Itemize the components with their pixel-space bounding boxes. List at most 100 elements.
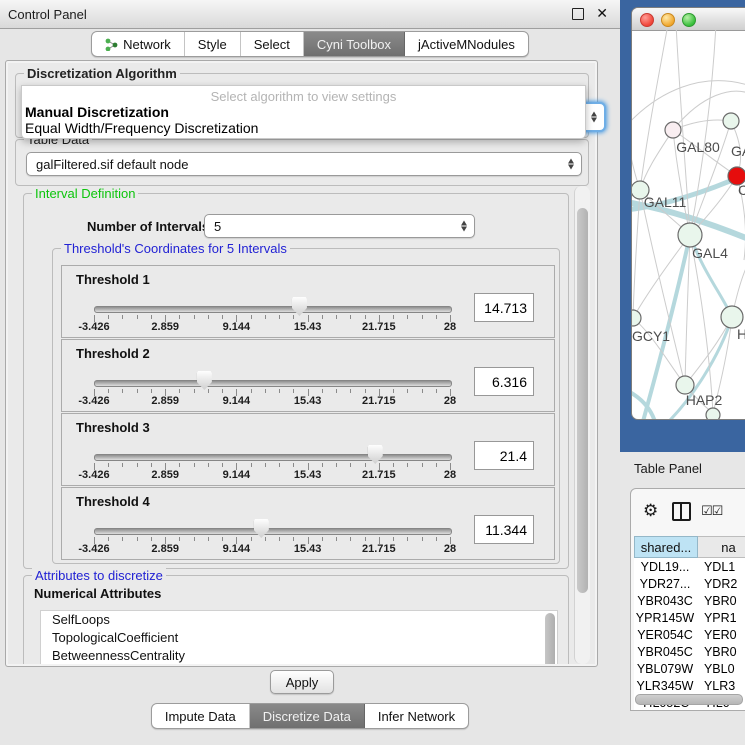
dropdown-option-manual[interactable]: Manual Discretization	[25, 104, 169, 120]
network-edge[interactable]	[632, 126, 640, 190]
scale-label: 21.715	[362, 395, 396, 407]
column-checkboxes-icon[interactable]: ☑☑	[701, 503, 722, 519]
table-row[interactable]: YDR27...YDR2	[634, 575, 745, 592]
close-traffic-light-icon[interactable]	[640, 13, 654, 27]
cyni-toolbox-panel: Discretization Algorithm Select algorith…	[5, 60, 598, 667]
tab-label: Infer Network	[378, 709, 455, 724]
table-row[interactable]: YDL19...YDL1	[634, 558, 745, 575]
network-node[interactable]	[678, 223, 702, 247]
gear-icon[interactable]: ⚙	[643, 501, 658, 521]
table-row[interactable]: YBL079WYBL0	[634, 660, 745, 677]
slider-thumb[interactable]	[368, 445, 383, 464]
node-label: GAL4	[692, 245, 728, 261]
slider-track[interactable]	[94, 454, 452, 461]
network-edge[interactable]	[690, 30, 716, 235]
numerical-attributes-list[interactable]: SelfLoopsTopologicalCoefficientBetweenne…	[40, 610, 558, 664]
table-row[interactable]: YBR045CYBR0	[634, 643, 745, 660]
group-title: Interval Definition	[32, 186, 138, 201]
network-node[interactable]	[723, 113, 739, 129]
tab-cyni-toolbox[interactable]: Cyni Toolbox	[304, 32, 405, 56]
scale-label: 9.144	[223, 543, 251, 555]
scale-label: 2.859	[151, 543, 179, 555]
tab-infer-network[interactable]: Infer Network	[365, 704, 468, 728]
minimize-traffic-light-icon[interactable]	[661, 13, 675, 27]
close-icon[interactable]: ✕	[596, 5, 608, 22]
attribute-item[interactable]: BetweennessCentrality	[41, 647, 557, 664]
attribute-item[interactable]: SelfLoops	[41, 611, 557, 629]
tab-jactivemnodules[interactable]: jActiveMNodules	[405, 32, 528, 56]
slider-track[interactable]	[94, 306, 452, 313]
cell-name: YDL1	[696, 558, 745, 575]
network-node[interactable]	[706, 408, 720, 419]
network-graph[interactable]: GAL80GACGAL11GAL4GCY1HHAP2	[632, 30, 745, 419]
float-window-icon[interactable]	[572, 8, 584, 20]
scale-label: -3.426	[78, 543, 109, 555]
slider-thumb[interactable]	[292, 297, 307, 316]
tab-impute-data[interactable]: Impute Data	[152, 704, 250, 728]
control-panel-titlebar: Control Panel ✕	[0, 0, 620, 29]
group-title: Attributes to discretize	[32, 568, 166, 583]
scale-label: -3.426	[78, 395, 109, 407]
cell-name: YBL0	[696, 660, 745, 677]
cell-name: YBR0	[696, 592, 745, 609]
panel-scrollbar[interactable]	[574, 186, 590, 664]
threshold-value-field[interactable]: 11.344	[474, 515, 534, 544]
cell-shared-name: YBL079W	[634, 660, 696, 677]
table-horizontal-scrollbar[interactable]	[635, 694, 743, 705]
slider-track[interactable]	[94, 528, 452, 535]
network-window-titlebar	[632, 8, 745, 31]
network-edge[interactable]	[640, 130, 673, 190]
split-columns-icon[interactable]	[672, 502, 691, 521]
interval-definition-group: Interval Definition Number of Intervals …	[23, 193, 569, 569]
number-of-intervals-label: Number of Intervals	[87, 219, 209, 234]
network-view-window[interactable]: GAL80GACGAL11GAL4GCY1HHAP2	[632, 8, 745, 419]
scale-label: 2.859	[151, 469, 179, 481]
slider-ticks	[94, 315, 450, 323]
network-edge[interactable]	[685, 317, 732, 385]
tab-select[interactable]: Select	[241, 32, 304, 56]
threshold-label: Threshold 1	[76, 272, 150, 287]
threshold-value-field[interactable]: 14.713	[474, 293, 534, 322]
scale-label: -3.426	[78, 469, 109, 481]
threshold-value-field[interactable]: 21.4	[474, 441, 534, 470]
threshold-panel-4: Threshold 4-3.4262.8599.14415.4321.71528…	[61, 487, 555, 560]
slider-thumb[interactable]	[197, 371, 212, 390]
scale-label: 15.43	[294, 543, 322, 555]
table-data-combobox[interactable]: galFiltered.sif default node	[26, 152, 582, 176]
table-row[interactable]: YLR345WYLR3	[634, 677, 745, 694]
tab-label: Network	[123, 37, 171, 52]
scale-label: 21.715	[362, 543, 396, 555]
number-of-intervals-combobox[interactable]: 5	[204, 214, 475, 238]
tab-style[interactable]: Style	[185, 32, 241, 56]
threshold-panel-1: Threshold 1-3.4262.8599.14415.4321.71528…	[61, 265, 555, 338]
slider-thumb[interactable]	[254, 519, 269, 538]
scale-label: 15.43	[294, 321, 322, 333]
network-node[interactable]	[665, 122, 681, 138]
table-row[interactable]: YBR043CYBR0	[634, 592, 745, 609]
cell-shared-name: YER054C	[634, 626, 696, 643]
table-row[interactable]: YER054CYER0	[634, 626, 745, 643]
dropdown-option-equal-width[interactable]: Equal Width/Frequency Discretization	[25, 120, 258, 136]
table-row[interactable]: YPR145WYPR1	[634, 609, 745, 626]
slider-track[interactable]	[94, 380, 452, 387]
tab-network[interactable]: Network	[92, 32, 185, 56]
combo-arrows-icon	[591, 112, 597, 123]
tab-discretize-data[interactable]: Discretize Data	[250, 704, 365, 728]
apply-button[interactable]: Apply	[270, 670, 334, 694]
slider-ticks	[94, 537, 450, 545]
column-header-shared-name[interactable]: shared...	[634, 536, 698, 558]
scale-label: 21.715	[362, 321, 396, 333]
column-header-name[interactable]: na	[698, 536, 745, 558]
panel-scrollbar-thumb[interactable]	[577, 208, 588, 593]
zoom-traffic-light-icon[interactable]	[682, 13, 696, 27]
scale-label: 28	[444, 543, 456, 555]
attribute-item[interactable]: TopologicalCoefficient	[41, 629, 557, 647]
network-edge[interactable]	[640, 30, 668, 190]
table-toolbar: ⚙ ☑☑	[631, 489, 745, 535]
attributes-scrollbar[interactable]	[545, 613, 555, 664]
slider-ticks	[94, 463, 450, 471]
network-node[interactable]	[721, 306, 743, 328]
combo-arrows-icon	[568, 159, 574, 170]
threshold-panel-3: Threshold 3-3.4262.8599.14415.4321.71528…	[61, 413, 555, 486]
threshold-value-field[interactable]: 6.316	[474, 367, 534, 396]
